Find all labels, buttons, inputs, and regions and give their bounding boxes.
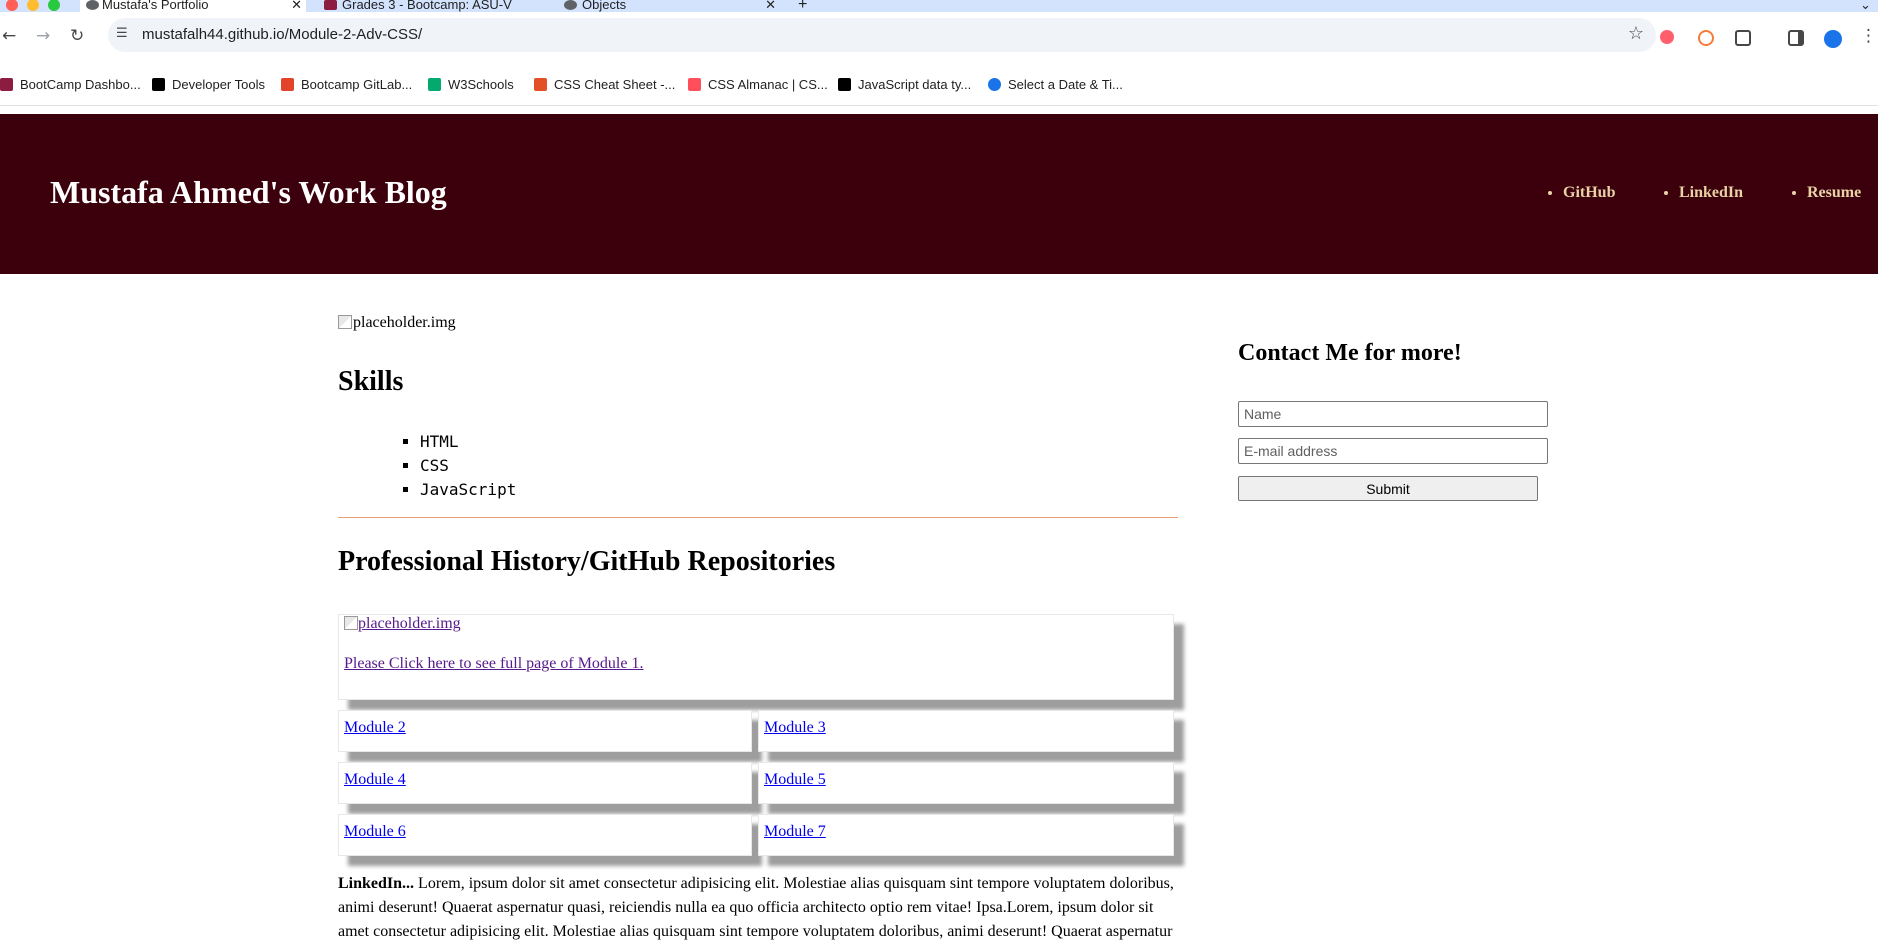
globe-icon: [564, 0, 577, 10]
about-paragraph: LinkedIn... Lorem, ipsum dolor sit amet …: [338, 872, 1183, 944]
site-header: Mustafa Ahmed's Work Blog GitHub LinkedI…: [0, 114, 1878, 274]
module-card: Module 7: [758, 814, 1174, 856]
browser-menu-icon[interactable]: ⋮: [1860, 26, 1877, 46]
submit-button[interactable]: Submit: [1238, 476, 1538, 501]
skill-item: JavaScript: [420, 478, 516, 502]
forward-arrow-icon[interactable]: →: [36, 26, 50, 46]
maximize-window-icon[interactable]: [48, 0, 60, 11]
tab-grades[interactable]: Grades 3 - Bootcamp: ASU-V: [320, 0, 546, 12]
email-field[interactable]: [1238, 438, 1548, 464]
nav-item-github: GitHub: [1563, 184, 1615, 202]
nav-link-github[interactable]: GitHub: [1563, 184, 1615, 201]
featured-project-image-link[interactable]: placeholder.img: [344, 615, 461, 633]
broken-image-icon: [338, 315, 352, 329]
url-text[interactable]: mustafalh44.github.io/Module-2-Adv-CSS/: [142, 26, 422, 43]
tab-title: Grades 3 - Bootcamp: ASU-V: [342, 0, 512, 12]
nav-link-linkedin[interactable]: LinkedIn: [1679, 184, 1743, 201]
extensions-puzzle-icon[interactable]: [1735, 30, 1751, 46]
bookmarks-bar: BootCamp Dashbo... Developer Tools Bootc…: [0, 58, 1878, 106]
tab-search-chevron-icon[interactable]: ⌄: [1860, 0, 1878, 12]
extension-record-icon[interactable]: [1660, 30, 1674, 44]
module-link[interactable]: Module 5: [764, 771, 826, 789]
skill-item: CSS: [420, 454, 516, 478]
omnibox[interactable]: ☰ mustafalh44.github.io/Module-2-Adv-CSS…: [108, 18, 1656, 52]
gitlab-icon: [281, 78, 294, 91]
tab-title: Mustafa's Portfolio: [102, 0, 209, 12]
module-link[interactable]: Module 3: [764, 719, 826, 737]
about-text: Lorem, ipsum dolor sit amet consectetur …: [338, 875, 1174, 940]
close-window-icon[interactable]: [6, 0, 18, 11]
nav-item-resume: Resume: [1807, 184, 1861, 202]
reload-icon[interactable]: ↻: [70, 26, 84, 46]
broken-image-icon: [344, 616, 358, 630]
featured-project-card: placeholder.img Please Click here to see…: [338, 614, 1174, 700]
nav-link-resume[interactable]: Resume: [1807, 184, 1861, 201]
module-card: Module 4: [338, 762, 752, 804]
close-tab-icon[interactable]: ✕: [765, 0, 776, 11]
asterisk-icon: [688, 78, 701, 91]
skill-item: HTML: [420, 430, 516, 454]
bookmark-css-almanac[interactable]: CSS Almanac | CS...: [688, 77, 828, 92]
module-card: Module 6: [338, 814, 752, 856]
asu-icon: [0, 78, 13, 91]
nav-item-linkedin: LinkedIn: [1679, 184, 1743, 202]
module-card: Module 2: [338, 710, 752, 752]
module-card: Module 5: [758, 762, 1174, 804]
tab-title: Objects: [582, 0, 627, 12]
bookmark-css-cheat-sheet[interactable]: CSS Cheat Sheet -...: [534, 77, 675, 92]
contact-heading: Contact Me for more!: [1238, 340, 1462, 366]
tab-portfolio[interactable]: Mustafa's Portfolio ✕: [80, 0, 306, 12]
asu-icon: [324, 0, 337, 10]
address-bar-row: ← → ↻ ☰ mustafalh44.github.io/Module-2-A…: [0, 12, 1878, 58]
site-settings-icon[interactable]: ☰: [116, 26, 128, 41]
bookmark-select-date[interactable]: Select a Date & Ti...: [988, 77, 1123, 92]
bookmark-star-icon[interactable]: ☆: [1628, 23, 1644, 44]
m-icon: [152, 78, 165, 91]
globe-icon: [86, 0, 99, 10]
name-field[interactable]: [1238, 401, 1548, 427]
section-divider: [338, 517, 1178, 518]
module-link[interactable]: Module 6: [344, 823, 406, 841]
extension-coin-icon[interactable]: [1698, 30, 1714, 46]
bookmark-bootcamp-gitlab[interactable]: Bootcamp GitLab...: [281, 77, 412, 92]
m-icon: [838, 78, 851, 91]
bookmark-javascript-data-types[interactable]: JavaScript data ty...: [838, 77, 971, 92]
browser-tab-strip: Mustafa's Portfolio ✕ Grades 3 - Bootcam…: [0, 0, 1878, 12]
skills-heading: Skills: [338, 366, 404, 397]
module-link[interactable]: Module 4: [344, 771, 406, 789]
w3-icon: [428, 78, 441, 91]
skills-list: HTML CSS JavaScript: [420, 430, 516, 502]
about-label: LinkedIn...: [338, 875, 415, 892]
side-panel-icon[interactable]: [1788, 30, 1804, 46]
html5-icon: [534, 78, 547, 91]
module-link[interactable]: Module 7: [764, 823, 826, 841]
module-card: Module 3: [758, 710, 1174, 752]
bookmark-developer-tools[interactable]: Developer Tools: [152, 77, 265, 92]
bookmark-bootcamp-dashboard[interactable]: BootCamp Dashbo...: [0, 77, 141, 92]
history-heading: Professional History/GitHub Repositories: [338, 546, 836, 577]
site-title: Mustafa Ahmed's Work Blog: [50, 174, 447, 210]
featured-project-link[interactable]: Please Click here to see full page of Mo…: [344, 655, 643, 673]
hero-image: placeholder.img: [338, 314, 456, 332]
minimize-window-icon[interactable]: [27, 0, 39, 11]
profile-avatar-icon[interactable]: [1824, 30, 1842, 48]
module-link[interactable]: Module 2: [344, 719, 406, 737]
back-arrow-icon[interactable]: ←: [2, 26, 16, 46]
bookmark-w3schools[interactable]: W3Schools: [428, 77, 514, 92]
close-tab-icon[interactable]: ✕: [291, 0, 302, 11]
calendar-circle-icon: [988, 78, 1001, 91]
new-tab-button[interactable]: +: [798, 0, 818, 12]
tab-objects[interactable]: Objects ✕: [560, 0, 780, 12]
